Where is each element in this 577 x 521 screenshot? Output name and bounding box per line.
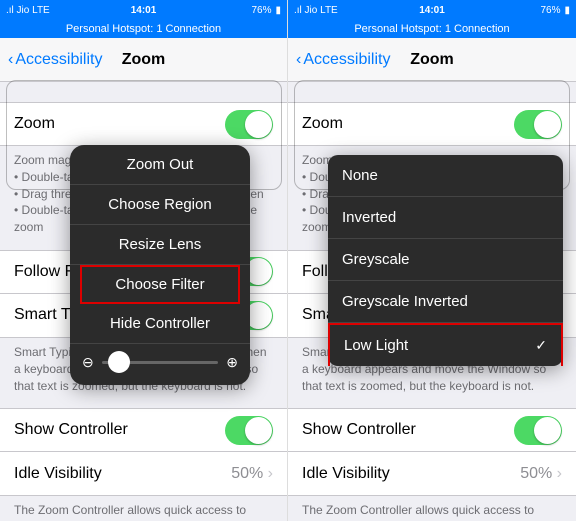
menu-choose-filter[interactable]: Choose Filter: [80, 265, 240, 304]
filter-menu-popup: None Inverted Greyscale Greyscale Invert…: [328, 155, 563, 366]
filter-inverted[interactable]: Inverted: [328, 197, 563, 239]
idle-visibility-value: 50%: [520, 465, 552, 482]
carrier-label: .ıl Jio LTE: [6, 5, 50, 16]
show-controller-switch[interactable]: [514, 416, 562, 445]
zoom-slider-row: ⊖ ⊕: [70, 344, 250, 385]
menu-zoom-out[interactable]: Zoom Out: [70, 145, 250, 185]
filter-greyscale[interactable]: Greyscale: [328, 239, 563, 281]
filter-greyscale-inverted[interactable]: Greyscale Inverted: [328, 281, 563, 323]
battery-label: 76%: [251, 5, 271, 16]
check-icon: ✓: [535, 337, 547, 354]
hotspot-bar[interactable]: Personal Hotspot: 1 Connection: [288, 20, 576, 38]
idle-visibility-value: 50%: [231, 465, 263, 482]
minus-icon[interactable]: ⊖: [82, 354, 94, 371]
zoom-menu-popup: Zoom Out Choose Region Resize Lens Choos…: [70, 145, 250, 385]
menu-hide-controller[interactable]: Hide Controller: [70, 304, 250, 344]
nav-bar: ‹Accessibility Zoom: [288, 38, 576, 82]
status-bar: .ıl Jio LTE 14:01 76% ▮: [288, 0, 576, 20]
zoom-slider[interactable]: [102, 361, 219, 364]
show-controller-switch[interactable]: [225, 416, 273, 445]
zoom-label: Zoom: [302, 115, 343, 133]
hotspot-bar[interactable]: Personal Hotspot: 1 Connection: [0, 20, 287, 38]
status-bar: .ıl Jio LTE 14:01 76% ▮: [0, 0, 287, 20]
nav-bar: ‹Accessibility Zoom: [0, 38, 287, 82]
show-controller-cell[interactable]: Show Controller: [288, 408, 576, 452]
filter-low-light[interactable]: Low Light✓: [328, 323, 563, 366]
page-title: Zoom: [288, 51, 576, 69]
zoom-switch[interactable]: [514, 110, 562, 139]
zoom-cell[interactable]: Zoom: [0, 102, 287, 146]
idle-visibility-cell[interactable]: Idle Visibility 50% ›: [0, 452, 287, 496]
idle-visibility-label: Idle Visibility: [302, 465, 390, 483]
menu-resize-lens[interactable]: Resize Lens: [70, 225, 250, 265]
idle-visibility-cell[interactable]: Idle Visibility 50% ›: [288, 452, 576, 496]
zoom-cell[interactable]: Zoom: [288, 102, 576, 146]
show-controller-label: Show Controller: [302, 421, 416, 439]
show-controller-cell[interactable]: Show Controller: [0, 408, 287, 452]
page-title: Zoom: [0, 51, 287, 69]
idle-visibility-label: Idle Visibility: [14, 465, 102, 483]
menu-choose-region[interactable]: Choose Region: [70, 185, 250, 225]
filter-none[interactable]: None: [328, 155, 563, 197]
zoom-slider-knob[interactable]: [108, 351, 130, 373]
controller-footer: The Zoom Controller allows quick access …: [0, 496, 287, 521]
battery-label: 76%: [540, 5, 560, 16]
carrier-label: .ıl Jio LTE: [294, 5, 338, 16]
zoom-label: Zoom: [14, 115, 55, 133]
zoom-switch[interactable]: [225, 110, 273, 139]
show-controller-label: Show Controller: [14, 421, 128, 439]
controller-footer: The Zoom Controller allows quick access …: [288, 496, 576, 521]
plus-icon[interactable]: ⊕: [226, 354, 238, 371]
